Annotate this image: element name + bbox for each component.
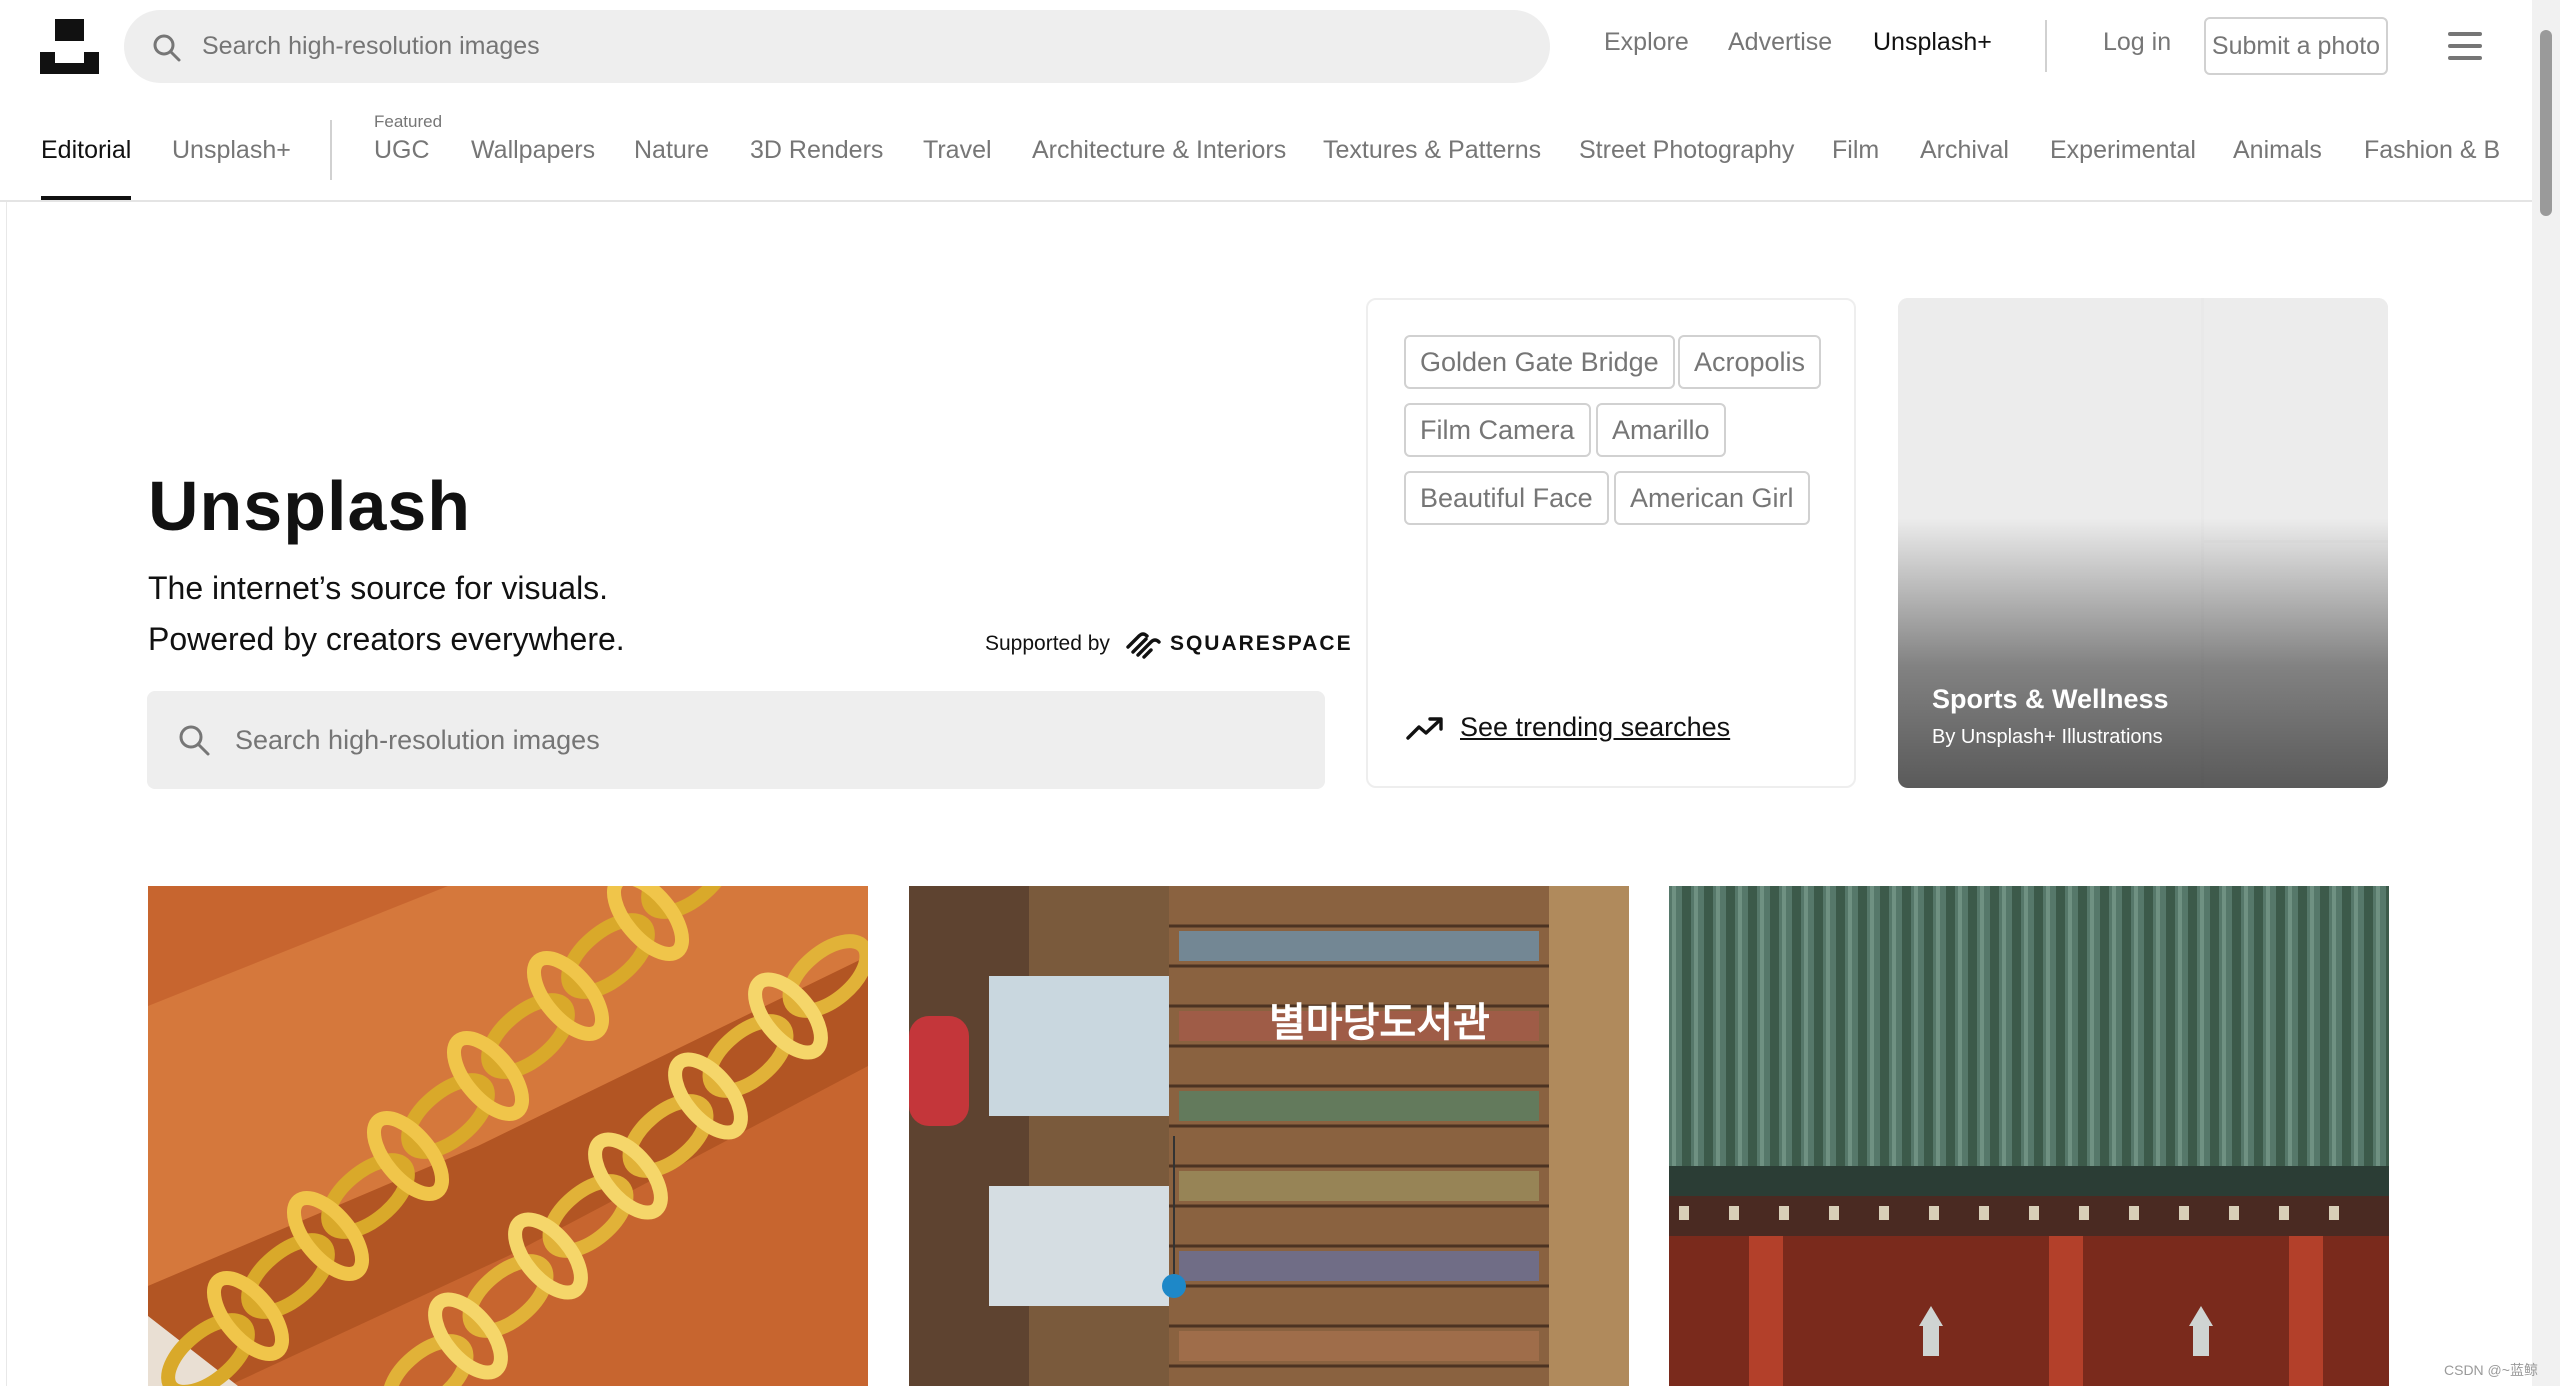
tab-archival[interactable]: Archival	[1920, 136, 2009, 165]
tab-fashion-beauty[interactable]: Fashion & B	[2364, 136, 2500, 165]
hero-search-bar[interactable]	[147, 691, 1325, 789]
temple-roof-image	[1669, 886, 2389, 1386]
search-icon[interactable]	[176, 722, 212, 758]
supported-by-label: Supported by	[985, 632, 1110, 655]
scrollbar-thumb[interactable]	[2540, 30, 2552, 216]
trending-searches-card: Golden Gate Bridge Acropolis Film Camera…	[1366, 298, 1856, 788]
tab-divider	[330, 120, 332, 180]
hamburger-menu-icon[interactable]	[2448, 32, 2482, 60]
explore-link[interactable]: Explore	[1604, 28, 1689, 57]
trending-chip[interactable]: Amarillo	[1596, 403, 1726, 457]
starfield-library-image: 별마당도서관	[909, 886, 1629, 1386]
tab-experimental[interactable]: Experimental	[2050, 136, 2196, 165]
tab-animals[interactable]: Animals	[2233, 136, 2322, 165]
tab-ugc[interactable]: UGC	[374, 136, 430, 165]
unsplash-plus-link[interactable]: Unsplash+	[1873, 28, 1992, 57]
photo-temple-roof[interactable]	[1669, 886, 2389, 1386]
collection-title: Sports & Wellness	[1932, 684, 2169, 714]
tab-travel[interactable]: Travel	[923, 136, 992, 165]
trending-chip[interactable]: Acropolis	[1678, 335, 1822, 389]
hero-subtitle-line-2: Powered by creators everywhere.	[148, 621, 625, 657]
trending-chip[interactable]: American Girl	[1614, 471, 1810, 525]
category-tabs: Editorial Unsplash+ Featured UGC Wallpap…	[0, 92, 2532, 202]
trending-chip[interactable]: Golden Gate Bridge	[1404, 335, 1675, 389]
gold-chains-image	[148, 886, 868, 1386]
tab-street-photography[interactable]: Street Photography	[1579, 136, 1794, 165]
login-link[interactable]: Log in	[2103, 28, 2171, 57]
collection-card[interactable]: Sports & Wellness By Unsplash+ Illustrat…	[1898, 298, 2388, 788]
hero-subtitle-line-1: The internet’s source for visuals.	[148, 570, 609, 606]
library-sign-text: 별마당도서관	[1269, 1000, 1490, 1046]
tab-editorial[interactable]: Editorial	[41, 136, 131, 165]
vertical-scrollbar[interactable]	[2532, 0, 2560, 1386]
trending-up-icon	[1406, 716, 1443, 740]
tab-architecture-interiors[interactable]: Architecture & Interiors	[1032, 136, 1286, 165]
see-trending-label: See trending searches	[1460, 712, 1731, 742]
sponsor-name: SQUARESPACE	[1169, 632, 1353, 655]
tab-3d-renders[interactable]: 3D Renders	[750, 136, 883, 165]
top-search-input[interactable]	[202, 10, 1522, 83]
trending-chip[interactable]: Film Camera	[1404, 403, 1591, 457]
hero-search-input[interactable]	[235, 691, 1295, 789]
tab-wallpapers[interactable]: Wallpapers	[471, 136, 595, 165]
photo-gold-chains[interactable]	[148, 886, 868, 1386]
top-navigation-bar: Explore Advertise Unsplash+ Log in Submi…	[0, 0, 2532, 92]
hero-title: Unsplash	[148, 467, 472, 545]
nav-divider	[2045, 20, 2047, 72]
trending-chip[interactable]: Beautiful Face	[1404, 471, 1609, 525]
search-icon[interactable]	[151, 32, 183, 64]
watermark-text: CSDN @~蓝鲸	[2444, 1362, 2538, 1378]
see-trending-link[interactable]: See trending searches	[1406, 712, 1730, 743]
advertise-link[interactable]: Advertise	[1728, 28, 1832, 57]
active-tab-indicator	[41, 196, 131, 200]
photo-starfield-library[interactable]: 별마당도서관	[909, 886, 1629, 1386]
featured-label: Featured	[374, 112, 443, 131]
top-search-bar[interactable]	[124, 10, 1550, 83]
tab-textures-patterns[interactable]: Textures & Patterns	[1323, 136, 1541, 165]
collection-byline: By Unsplash+ Illustrations	[1932, 726, 2163, 748]
unsplash-logo[interactable]	[40, 19, 99, 74]
page-border	[6, 202, 7, 1386]
tab-film[interactable]: Film	[1832, 136, 1879, 165]
submit-photo-button[interactable]: Submit a photo	[2204, 17, 2388, 75]
tab-nature[interactable]: Nature	[634, 136, 709, 165]
tab-unsplash-plus[interactable]: Unsplash+	[172, 136, 291, 165]
sponsor-badge[interactable]: Supported by SQUARESPACE	[985, 628, 1353, 660]
collection-thumbnail	[2204, 298, 2388, 540]
squarespace-logo-icon	[1126, 632, 1161, 659]
